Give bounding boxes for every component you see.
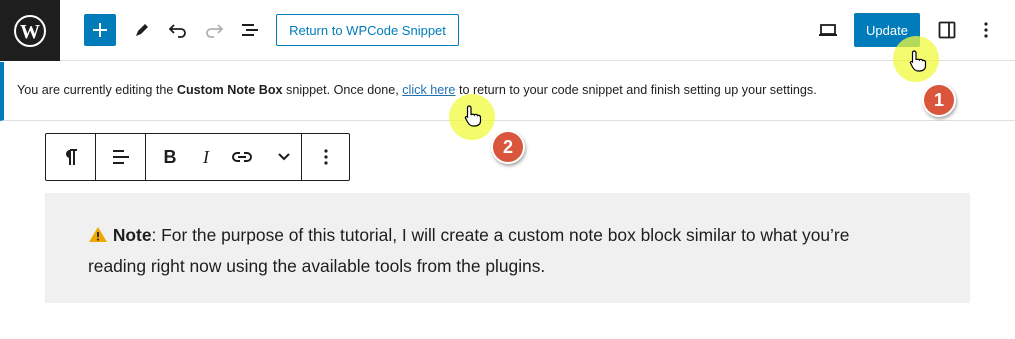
block-options-button[interactable] <box>302 134 350 180</box>
link-icon <box>232 152 252 162</box>
redo-button[interactable] <box>200 16 228 44</box>
notice-prefix: You are currently editing the <box>17 83 174 97</box>
align-button[interactable] <box>96 134 145 180</box>
notice-snippet-name: Custom Note Box <box>176 83 283 97</box>
note-text-line-1: : For the purpose of this tutorial, I wi… <box>151 225 850 245</box>
step-badge-1: 1 <box>922 83 956 117</box>
paragraph-block-button[interactable] <box>46 134 95 180</box>
chevron-down-icon <box>277 153 290 161</box>
format-group: B I <box>146 134 302 180</box>
add-block-button[interactable] <box>84 14 116 46</box>
preview-button[interactable] <box>814 16 842 44</box>
tools-button[interactable] <box>128 16 156 44</box>
note-line-1: Note: For the purpose of this tutorial, … <box>88 225 849 246</box>
pencil-icon <box>136 24 148 36</box>
block-toolbar: B I <box>45 133 350 181</box>
list-view-icon <box>242 24 258 36</box>
pilcrow-icon <box>65 149 77 165</box>
align-group <box>96 134 146 180</box>
list-view-button[interactable] <box>236 16 264 44</box>
block-options-group <box>302 134 350 180</box>
wordpress-logo-button[interactable]: W <box>0 0 60 61</box>
notice-middle: snippet. Once done, <box>286 83 399 97</box>
note-bold-label: Note <box>112 225 152 245</box>
notice-text: You are currently editing the Custom Not… <box>17 83 817 97</box>
undo-icon <box>168 24 186 38</box>
bold-button[interactable]: B <box>146 134 194 180</box>
wordpress-logo-icon: W <box>14 14 46 47</box>
vertical-ellipsis-icon <box>324 149 328 165</box>
editing-notice: You are currently editing the Custom Not… <box>0 62 1015 121</box>
italic-button[interactable]: I <box>194 134 218 180</box>
notice-suffix: to return to your code snippet and finis… <box>458 83 817 97</box>
svg-text:W: W <box>20 21 40 43</box>
plus-icon <box>93 23 107 37</box>
undo-button[interactable] <box>164 16 192 44</box>
more-formats-button[interactable] <box>266 134 301 180</box>
sidebar-panel-icon <box>938 21 956 39</box>
vertical-ellipsis-icon <box>984 22 988 38</box>
hand-cursor-icon <box>464 105 482 127</box>
hand-cursor-icon <box>909 50 927 72</box>
note-text-line-2: reading right now using the available to… <box>88 256 546 276</box>
note-box-block[interactable]: Note: For the purpose of this tutorial, … <box>45 193 970 303</box>
editor-header: W Return to WPCode Snippet Update <box>0 0 1015 61</box>
block-type-group <box>46 134 96 180</box>
step-badge-2: 2 <box>491 130 525 164</box>
warning-icon <box>89 227 107 242</box>
redo-icon <box>206 24 224 38</box>
click-here-link[interactable]: click here <box>402 83 455 97</box>
return-to-wpcode-button[interactable]: Return to WPCode Snippet <box>276 14 459 46</box>
align-left-icon <box>112 150 129 164</box>
settings-sidebar-button[interactable] <box>933 16 961 44</box>
options-menu-button[interactable] <box>974 16 998 44</box>
link-button[interactable] <box>218 134 266 180</box>
laptop-icon <box>819 24 837 36</box>
